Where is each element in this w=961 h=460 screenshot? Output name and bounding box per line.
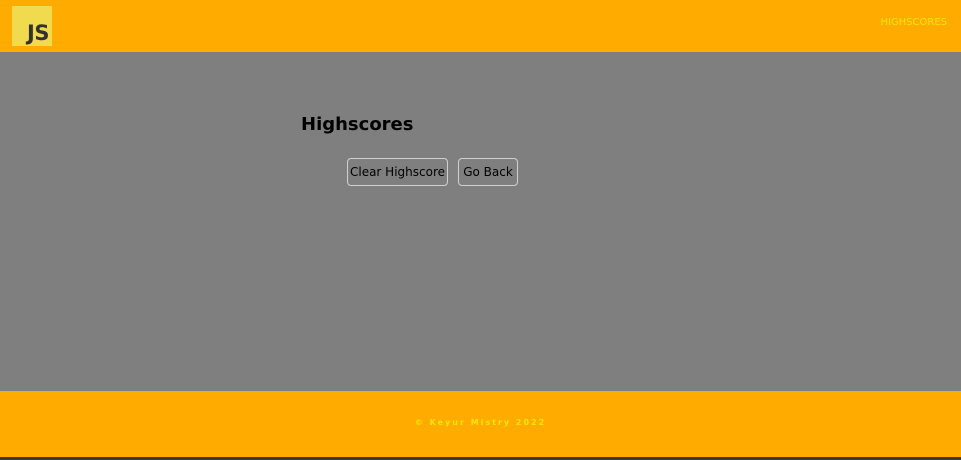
site-header: JS HIGHSCORES [0,0,961,52]
site-footer: © Keyur Mistry 2022 [0,391,961,457]
clear-highscore-button[interactable]: Clear Highscore [347,158,448,186]
copyright-text: © Keyur Mistry 2022 [414,418,547,427]
go-back-button[interactable]: Go Back [458,158,518,186]
logo-text: JS [27,21,49,45]
highscores-link[interactable]: HIGHSCORES [880,17,947,28]
page-title: Highscores [301,114,414,135]
js-logo: JS [12,6,52,46]
main-content: Highscores Clear Highscore Go Back [0,52,961,391]
app: JS HIGHSCORES Highscores Clear Highscore… [0,0,961,460]
